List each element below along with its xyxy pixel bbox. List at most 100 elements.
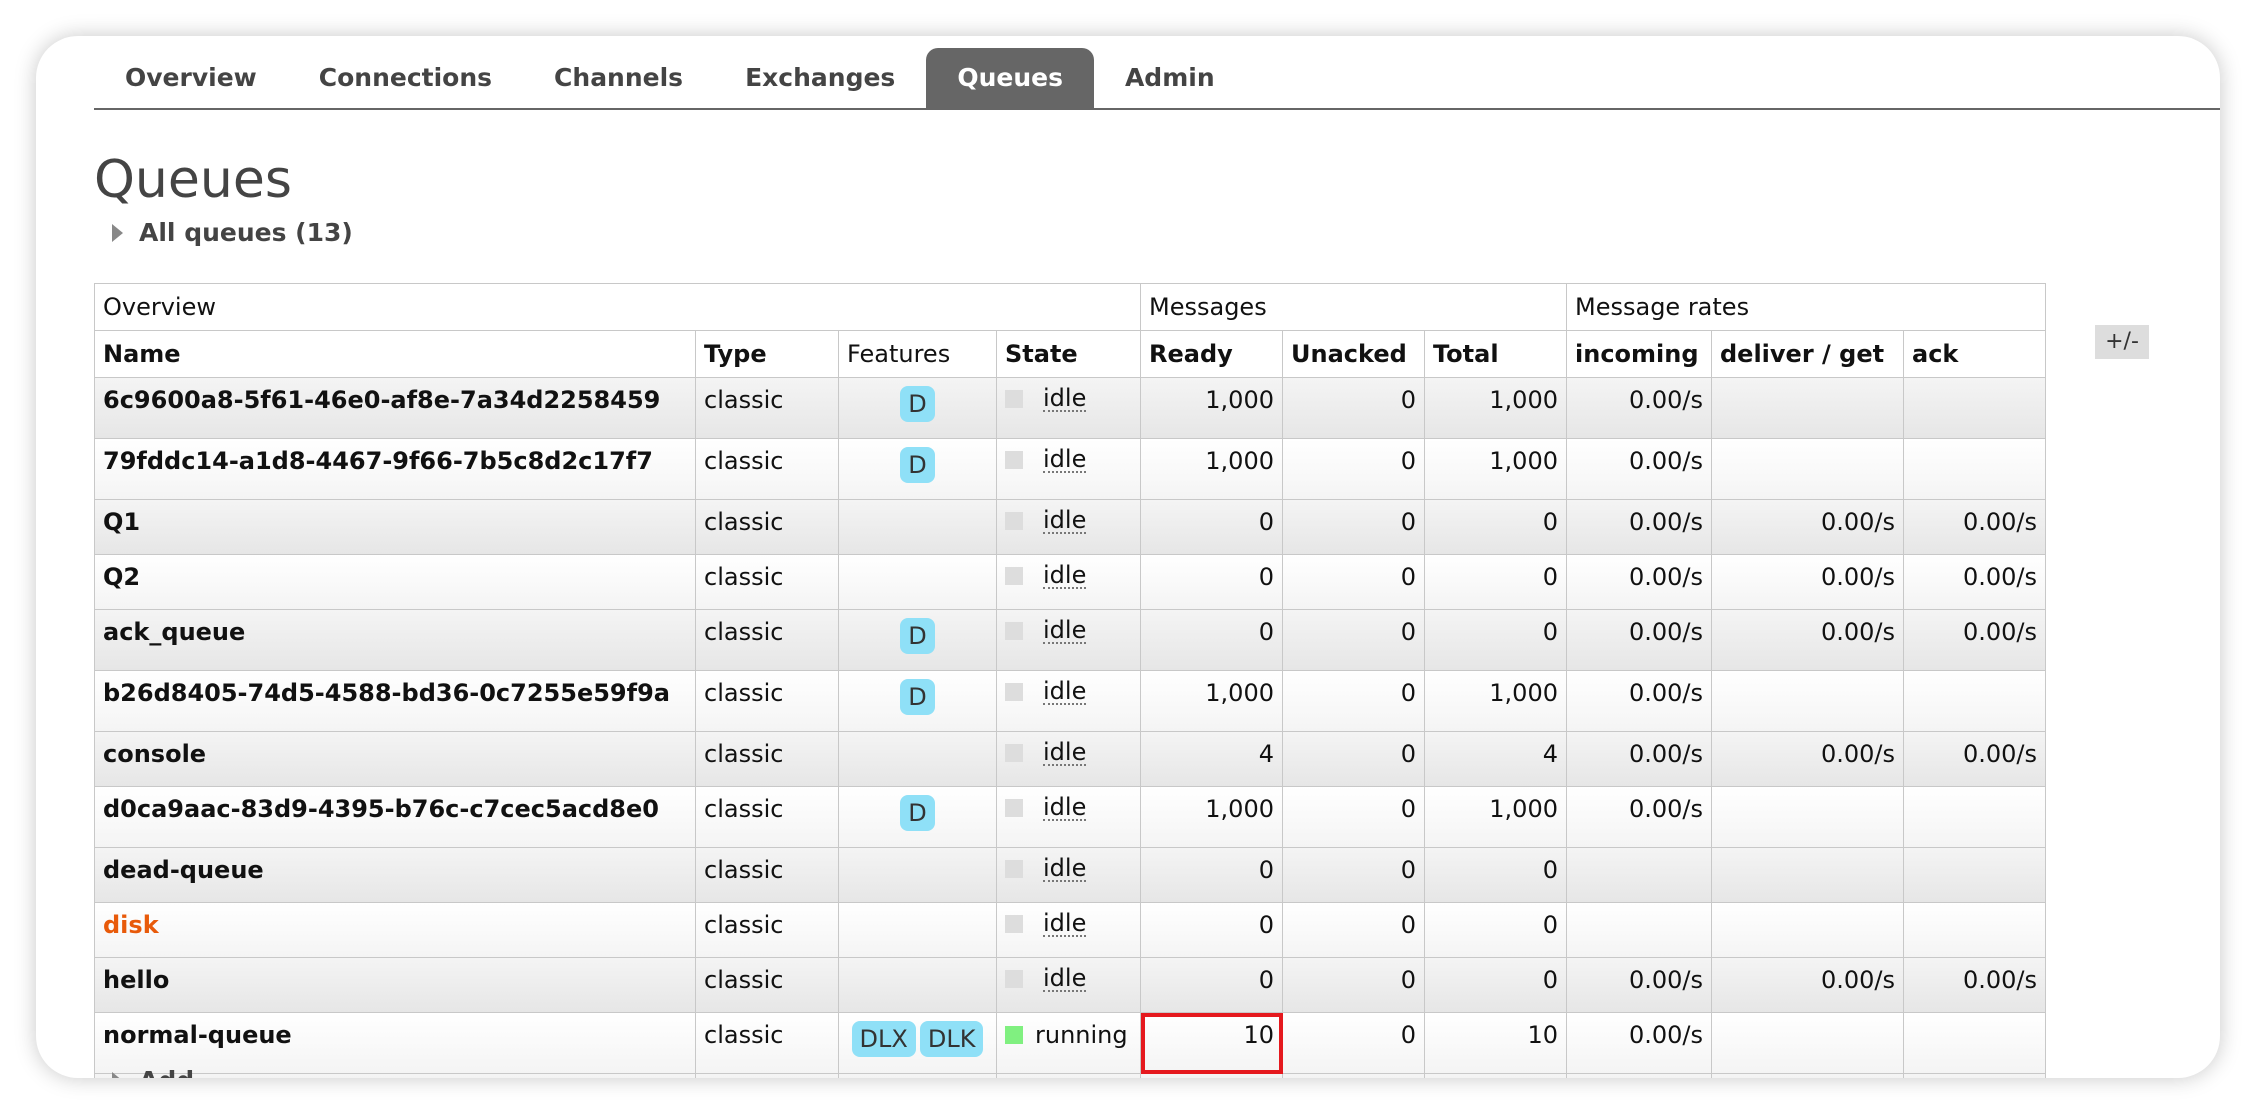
table-row[interactable]: ack_queue classic Didle 0 0 0 0.00/s 0.00/s 0.00… [94,609,2046,671]
queue-name-link[interactable]: Q1 [94,499,696,555]
tab-overview[interactable]: Overview [94,48,288,108]
queue-features [838,731,997,787]
tab-exchanges[interactable]: Exchanges [714,48,926,108]
queue-name-link[interactable]: d0ca9aac-83d9-4395-b76c-c7cec5acd8e0 [94,786,696,848]
table-row[interactable]: 6c9600a8-5f61-46e0-af8e-7a34d2258459 clas… [94,377,2046,439]
rate-ack [1903,847,2046,903]
state-label: idle [1043,793,1087,821]
queue-features [838,847,997,903]
table-row[interactable]: normal-queue classic DLX DLK running 10 0 10 0.0… [94,1012,2046,1074]
queue-name-link[interactable]: normal-queue [94,1012,696,1074]
table-row[interactable]: d0ca9aac-83d9-4395-b76c-c7cec5acd8e0 clas… [94,786,2046,848]
add-queue-toggle[interactable]: Add [112,1066,194,1078]
col-deliver-get[interactable]: deliver / get [1711,330,1904,378]
state-indicator-icon [1005,744,1023,762]
rate-deliver-get: 0.00/s [1711,957,1904,1013]
messages-ready: 0 [1140,609,1283,671]
queue-name-link[interactable]: Q2 [94,554,696,610]
messages-total: 1,000 [1424,377,1567,439]
queue-name-link[interactable]: hello [94,957,696,1013]
rate-ack [1903,670,2046,732]
state-indicator-icon [1005,970,1023,988]
rate-incoming: 0.00/s [1566,554,1712,610]
messages-total: 0 [1424,554,1567,610]
queue-name-link[interactable]: disk [94,902,696,958]
feature-badge[interactable]: D [900,795,935,831]
messages-ready: 0 [1140,499,1283,555]
add-queue-label: Add [139,1066,194,1078]
queue-type: classic [695,847,839,903]
tab-connections[interactable]: Connections [288,48,523,108]
table-row[interactable]: hello classic idle 0 0 0 0.00/s 0.00/s 0.00/s [94,957,2046,1013]
col-unacked[interactable]: Unacked [1282,330,1425,378]
col-ready[interactable]: Ready [1140,330,1283,378]
table-row[interactable]: Q1 classic idle 0 0 0 0.00/s 0.00/s 0.00/s [94,499,2046,555]
messages-unacked: 0 [1282,609,1425,671]
queue-name-link[interactable]: b26d8405-74d5-4588-bd36-0c7255e59f9a [94,670,696,732]
rate-ack: 0.00/s [1903,554,2046,610]
feature-badge[interactable]: D [900,618,935,654]
feature-badge[interactable]: D [900,447,935,483]
col-total[interactable]: Total [1424,330,1567,378]
queue-name-link[interactable]: 79fddc14-a1d8-4467-9f66-7b5c8d2c17f7 [94,438,696,500]
queue-name-link[interactable]: ack_queue [94,609,696,671]
messages-total: 1,000 [1424,438,1567,500]
feature-badge[interactable]: D [900,679,935,715]
queue-type: classic [695,670,839,732]
rate-incoming [1566,1073,1712,1078]
rate-ack [1903,1073,2046,1078]
queue-features: D [838,786,997,848]
toggle-columns-button[interactable]: +/- [2095,325,2149,359]
rate-incoming: 0.00/s [1566,1012,1712,1074]
table-row[interactable]: queue1classicDArgsidle000 [94,1073,2046,1078]
state-label: idle [1043,677,1087,705]
messages-unacked: 0 [1282,957,1425,1013]
queue-name-link[interactable]: console [94,731,696,787]
messages-ready: 1,000 [1140,786,1283,848]
state-indicator-icon [1005,451,1023,469]
messages-unacked: 0 [1282,1012,1425,1074]
table-row[interactable]: disk classic idle 0 0 0 [94,902,2046,958]
table-row[interactable]: dead-queue classic idle 0 0 0 [94,847,2046,903]
col-name[interactable]: Name [94,330,696,378]
rate-ack: 0.00/s [1903,609,2046,671]
tab-queues[interactable]: Queues [926,48,1094,108]
state-indicator-icon [1005,683,1023,701]
all-queues-toggle[interactable]: All queues (13) [112,218,353,247]
messages-total: 0 [1424,847,1567,903]
messages-ready: 10 [1140,1012,1283,1074]
col-incoming[interactable]: incoming [1566,330,1712,378]
table-row[interactable]: console classic idle 4 0 4 0.00/s 0.00/s 0.00/s [94,731,2046,787]
tab-admin[interactable]: Admin [1094,48,1246,108]
queue-name-link[interactable]: 6c9600a8-5f61-46e0-af8e-7a34d2258459 [94,377,696,439]
top-nav: Overview Connections Channels Exchanges … [94,48,2220,110]
messages-unacked: 0 [1282,786,1425,848]
state-indicator-icon [1005,512,1023,530]
col-type[interactable]: Type [695,330,839,378]
queue-state: idle [996,786,1141,848]
messages-unacked: 0 [1282,554,1425,610]
state-label: idle [1043,616,1087,644]
queue-state: idle [996,377,1141,439]
state-label: idle [1043,561,1087,589]
queue-type: classic [695,499,839,555]
rate-incoming: 0.00/s [1566,499,1712,555]
col-state[interactable]: State [996,330,1141,378]
queue-type: classic [695,731,839,787]
rate-incoming: 0.00/s [1566,957,1712,1013]
rate-deliver-get [1711,902,1904,958]
feature-badge[interactable]: DLK [919,1021,984,1057]
feature-badge[interactable]: DLX [851,1021,916,1057]
queue-type: classic [695,786,839,848]
table-row[interactable]: b26d8405-74d5-4588-bd36-0c7255e59f9a clas… [94,670,2046,732]
messages-ready: 1,000 [1140,438,1283,500]
table-row[interactable]: Q2 classic idle 0 0 0 0.00/s 0.00/s 0.00/s [94,554,2046,610]
messages-ready: 0 [1140,1073,1283,1078]
feature-badge[interactable]: D [900,386,935,422]
state-indicator-icon [1005,622,1023,640]
messages-total: 10 [1424,1012,1567,1074]
col-ack[interactable]: ack [1903,330,2046,378]
tab-channels[interactable]: Channels [523,48,714,108]
queue-name-link[interactable]: dead-queue [94,847,696,903]
table-row[interactable]: 79fddc14-a1d8-4467-9f66-7b5c8d2c17f7 clas… [94,438,2046,500]
